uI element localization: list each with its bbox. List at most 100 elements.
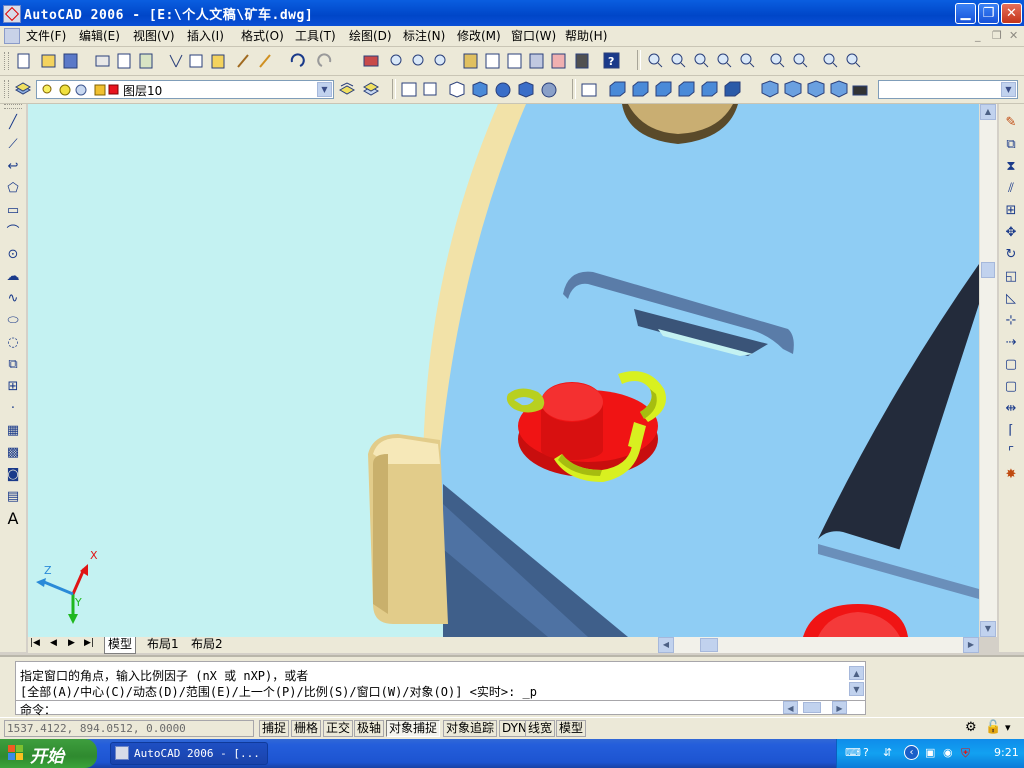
menu-help[interactable]: 帮助(H) <box>565 28 607 44</box>
horizontal-scrollbar[interactable]: ◀ ▶ <box>658 637 979 653</box>
break-at-point-icon[interactable]: ▢ <box>1002 356 1020 374</box>
doc-close-button[interactable]: ✕ <box>1009 29 1018 42</box>
vertical-scrollbar[interactable]: ▲ ▼ <box>979 104 997 637</box>
stretch-icon[interactable]: ◺ <box>1002 290 1020 308</box>
explode-icon[interactable]: ✸ <box>1002 466 1020 484</box>
circle-icon[interactable]: ⊙ <box>4 246 22 264</box>
tab-next-icon[interactable]: ▶ <box>68 638 75 648</box>
scroll-up-button[interactable]: ▲ <box>980 104 996 120</box>
drawing-area[interactable]: X Y Z <box>28 104 979 637</box>
copy-icon[interactable]: ⧉ <box>1002 136 1020 154</box>
horizontal-scroll-thumb[interactable] <box>700 638 718 652</box>
command-input[interactable]: 命令： ◀ ▶ <box>15 701 866 717</box>
tab-last-icon[interactable]: ▶| <box>84 638 94 648</box>
break-icon[interactable]: ▢ <box>1002 378 1020 396</box>
construction-line-icon[interactable]: ⟋ <box>4 136 22 154</box>
tab-layout2[interactable]: 布局2 <box>188 637 226 653</box>
taskbar-autocad-button[interactable]: AutoCAD 2006 - [... <box>110 742 268 765</box>
communication-center-icon[interactable]: ⚙ <box>965 720 977 735</box>
speaker-icon[interactable]: ◉ <box>943 746 953 759</box>
layer-previous-icon[interactable] <box>338 80 356 98</box>
close-button[interactable]: ✕ <box>1001 3 1022 24</box>
menu-view[interactable]: 视图(V) <box>133 28 175 44</box>
spline-icon[interactable]: ∿ <box>4 290 22 308</box>
command-history-scrollbar[interactable]: ▲ ▼ <box>849 666 864 696</box>
menu-format[interactable]: 格式(O) <box>241 28 284 44</box>
multiline-text-icon[interactable]: A <box>4 510 22 528</box>
grid-toggle[interactable]: 栅格 <box>291 720 322 737</box>
start-button[interactable]: 开始 <box>0 739 97 768</box>
erase-icon[interactable]: ✎ <box>1002 114 1020 132</box>
toolbar-grip[interactable] <box>4 52 9 70</box>
insert-block-icon[interactable]: ⧉ <box>4 356 22 374</box>
join-icon[interactable]: ⇹ <box>1002 400 1020 418</box>
polygon-icon[interactable]: ⬠ <box>4 180 22 198</box>
layer-states-icon[interactable] <box>362 80 380 98</box>
scroll-left-button[interactable]: ◀ <box>658 637 674 653</box>
show-hidden-icons-icon[interactable]: ‹ <box>904 745 919 760</box>
line-icon[interactable]: ╱ <box>4 114 22 132</box>
extend-icon[interactable]: ⇢ <box>1002 334 1020 352</box>
offset-icon[interactable]: ⫽ <box>1002 180 1020 198</box>
menu-insert[interactable]: 插入(I) <box>187 28 224 44</box>
help-icon[interactable]: ? <box>863 746 869 759</box>
polar-toggle[interactable]: 极轴 <box>354 720 385 737</box>
snap-toggle[interactable]: 捕捉 <box>259 720 290 737</box>
doc-minimize-button[interactable]: _ <box>975 29 981 42</box>
tab-layout1[interactable]: 布局1 <box>144 637 182 653</box>
scroll-down-button[interactable]: ▼ <box>849 682 864 696</box>
layer-dropdown[interactable]: 图层10 ▼ <box>36 80 334 99</box>
named-views-dropdown[interactable]: ▼ <box>878 80 1018 99</box>
doc-restore-button[interactable]: ❐ <box>992 29 1002 42</box>
vertical-scroll-thumb[interactable] <box>981 262 995 278</box>
scroll-left-button[interactable]: ◀ <box>783 701 798 714</box>
chevron-down-icon[interactable]: ▼ <box>317 82 332 97</box>
layer-manager-icon[interactable] <box>14 80 32 98</box>
command-scroll-thumb[interactable] <box>803 702 821 713</box>
chamfer-icon[interactable]: ⌈ <box>1002 422 1020 440</box>
move-icon[interactable]: ✥ <box>1002 224 1020 242</box>
ortho-toggle[interactable]: 正交 <box>323 720 354 737</box>
scale-icon[interactable]: ◱ <box>1002 268 1020 286</box>
trim-icon[interactable]: ⊹ <box>1002 312 1020 330</box>
rectangle-icon[interactable]: ▭ <box>4 202 22 220</box>
input-method-icon[interactable]: ⇵ <box>883 746 892 759</box>
keyboard-icon[interactable]: ⌨ <box>845 746 861 759</box>
rotate-icon[interactable]: ↻ <box>1002 246 1020 264</box>
document-icon[interactable] <box>4 28 20 44</box>
scroll-down-button[interactable]: ▼ <box>980 621 996 637</box>
arc-icon[interactable]: ⌒ <box>4 224 22 242</box>
table-icon[interactable]: ▤ <box>4 488 22 506</box>
security-shield-icon[interactable]: ⛨ <box>961 746 970 761</box>
lineweight-toggle[interactable]: 线宽 <box>525 720 556 737</box>
lock-icon[interactable]: 🔓 <box>985 720 1001 735</box>
tab-model[interactable]: 模型 <box>104 637 137 654</box>
ellipse-arc-icon[interactable]: ◌ <box>4 334 22 352</box>
region-icon[interactable]: ◙ <box>4 466 22 484</box>
toolbar-grip[interactable] <box>4 80 9 98</box>
array-icon[interactable]: ⊞ <box>1002 202 1020 220</box>
menu-dimension[interactable]: 标注(N) <box>403 28 445 44</box>
tab-first-icon[interactable]: |◀ <box>30 638 40 648</box>
menu-window[interactable]: 窗口(W) <box>511 28 556 44</box>
tab-prev-icon[interactable]: ◀ <box>50 638 57 648</box>
point-icon[interactable]: · <box>4 400 22 418</box>
gradient-icon[interactable]: ▩ <box>4 444 22 462</box>
revision-cloud-icon[interactable]: ☁ <box>4 268 22 286</box>
network-icon[interactable]: ▣ <box>925 746 935 759</box>
hatch-icon[interactable]: ▦ <box>4 422 22 440</box>
menu-draw[interactable]: 绘图(D) <box>349 28 392 44</box>
menu-file[interactable]: 文件(F) <box>26 28 66 44</box>
scroll-right-button[interactable]: ▶ <box>832 701 847 714</box>
restore-button[interactable]: ❐ <box>978 3 999 24</box>
otrack-toggle[interactable]: 对象追踪 <box>443 720 498 737</box>
ellipse-icon[interactable]: ⬭ <box>4 312 22 330</box>
model-toggle[interactable]: 模型 <box>556 720 587 737</box>
mirror-icon[interactable]: ⧗ <box>1002 158 1020 176</box>
osnap-toggle[interactable]: 对象捕捉 <box>386 720 441 737</box>
autocad-app-icon[interactable] <box>3 5 21 23</box>
menu-edit[interactable]: 编辑(E) <box>79 28 120 44</box>
menu-modify[interactable]: 修改(M) <box>457 28 501 44</box>
menu-tools[interactable]: 工具(T) <box>295 28 336 44</box>
clock[interactable]: 9:21 <box>994 746 1019 759</box>
